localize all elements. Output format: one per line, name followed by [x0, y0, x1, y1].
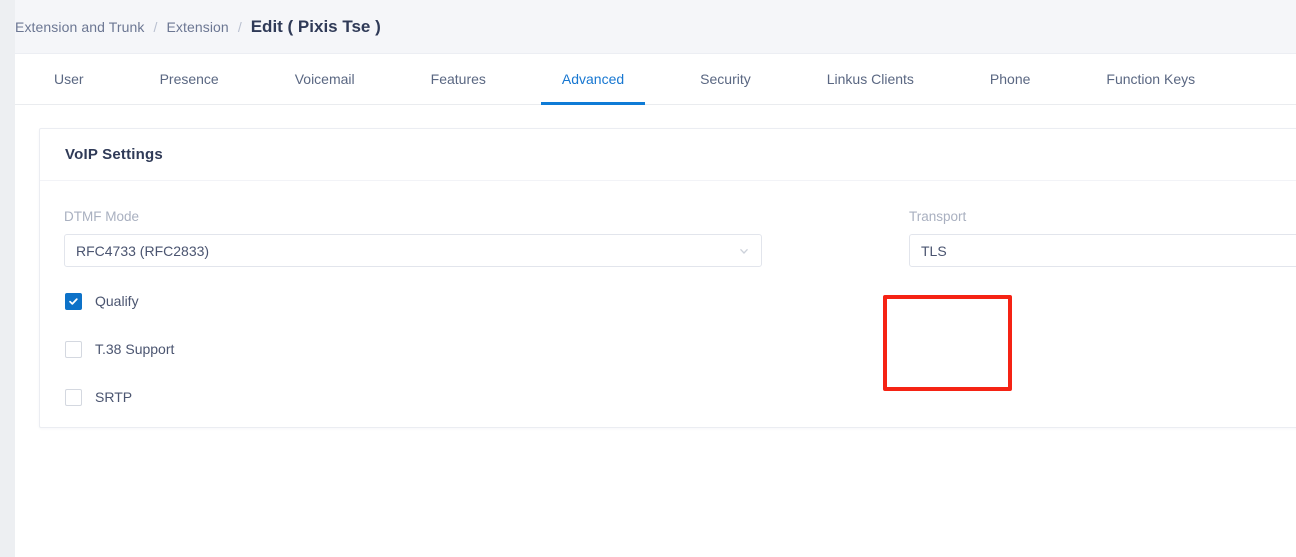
tab-features[interactable]: Features — [410, 54, 507, 104]
srtp-checkbox[interactable] — [65, 388, 82, 406]
t38-support-checkbox[interactable] — [65, 340, 82, 358]
breadcrumb-separator: / — [153, 18, 158, 35]
tab-label: Advanced — [561, 71, 625, 87]
transport-input[interactable]: TLS — [909, 234, 1296, 267]
tab-label: Linkus Clients — [826, 71, 914, 87]
transport-value: TLS — [921, 242, 947, 259]
left-rail-strip — [0, 0, 15, 557]
tab-user[interactable]: User — [33, 54, 105, 104]
tab-advanced[interactable]: Advanced — [540, 54, 646, 105]
tab-label: Voicemail — [294, 71, 355, 87]
breadcrumb-separator: / — [237, 18, 242, 35]
tab-label: Phone — [989, 71, 1031, 87]
tab-label: Features — [430, 71, 486, 87]
qualify-label: Qualify — [95, 293, 139, 309]
breadcrumb: Extension and Trunk / Extension / Edit (… — [0, 0, 1296, 54]
field-dtmf-mode: DTMF Mode RFC4733 (RFC2833) — [64, 209, 762, 267]
field-transport: Transport TLS — [909, 209, 1296, 267]
tab-label: Function Keys — [1106, 71, 1196, 87]
checkbox-row-t38-support[interactable]: T.38 Support — [65, 340, 174, 358]
tab-presence[interactable]: Presence — [139, 54, 240, 104]
page-title: Edit ( Pixis Tse ) — [250, 16, 381, 36]
voip-settings-body: DTMF Mode RFC4733 (RFC2833) Transport TL… — [40, 181, 1296, 428]
dtmf-mode-label: DTMF Mode — [64, 209, 140, 224]
tab-phone[interactable]: Phone — [969, 54, 1051, 104]
breadcrumb-item-extension[interactable]: Extension — [166, 19, 228, 35]
page-content: VoIP Settings DTMF Mode RFC4733 (RFC2833… — [0, 105, 1296, 557]
tab-function-keys[interactable]: Function Keys — [1085, 54, 1216, 104]
tab-voicemail[interactable]: Voicemail — [274, 54, 376, 104]
tab-linkus-clients[interactable]: Linkus Clients — [806, 54, 935, 104]
voip-settings-header: VoIP Settings — [40, 129, 1296, 181]
checkbox-row-qualify[interactable]: Qualify — [65, 292, 139, 310]
qualify-checkbox[interactable] — [65, 292, 82, 310]
tab-security[interactable]: Security — [679, 54, 772, 104]
transport-label: Transport — [909, 209, 967, 224]
srtp-label: SRTP — [95, 389, 133, 405]
voip-settings-title: VoIP Settings — [65, 146, 163, 163]
voip-settings-card: VoIP Settings DTMF Mode RFC4733 (RFC2833… — [39, 128, 1296, 428]
application-window: Extension and Trunk / Extension / Edit (… — [0, 0, 1296, 557]
tab-label: Presence — [159, 71, 219, 87]
tab-label: User — [54, 71, 84, 87]
tab-bar: User Presence Voicemail Features Advance… — [0, 54, 1296, 105]
chevron-down-icon[interactable] — [738, 245, 750, 257]
breadcrumb-item-extension-and-trunk[interactable]: Extension and Trunk — [15, 19, 145, 35]
t38-support-label: T.38 Support — [95, 341, 175, 357]
dtmf-mode-select[interactable]: RFC4733 (RFC2833) — [64, 234, 762, 267]
tab-label: Security — [700, 71, 751, 87]
checkbox-row-srtp[interactable]: SRTP — [65, 388, 132, 406]
dtmf-mode-value: RFC4733 (RFC2833) — [76, 242, 210, 259]
